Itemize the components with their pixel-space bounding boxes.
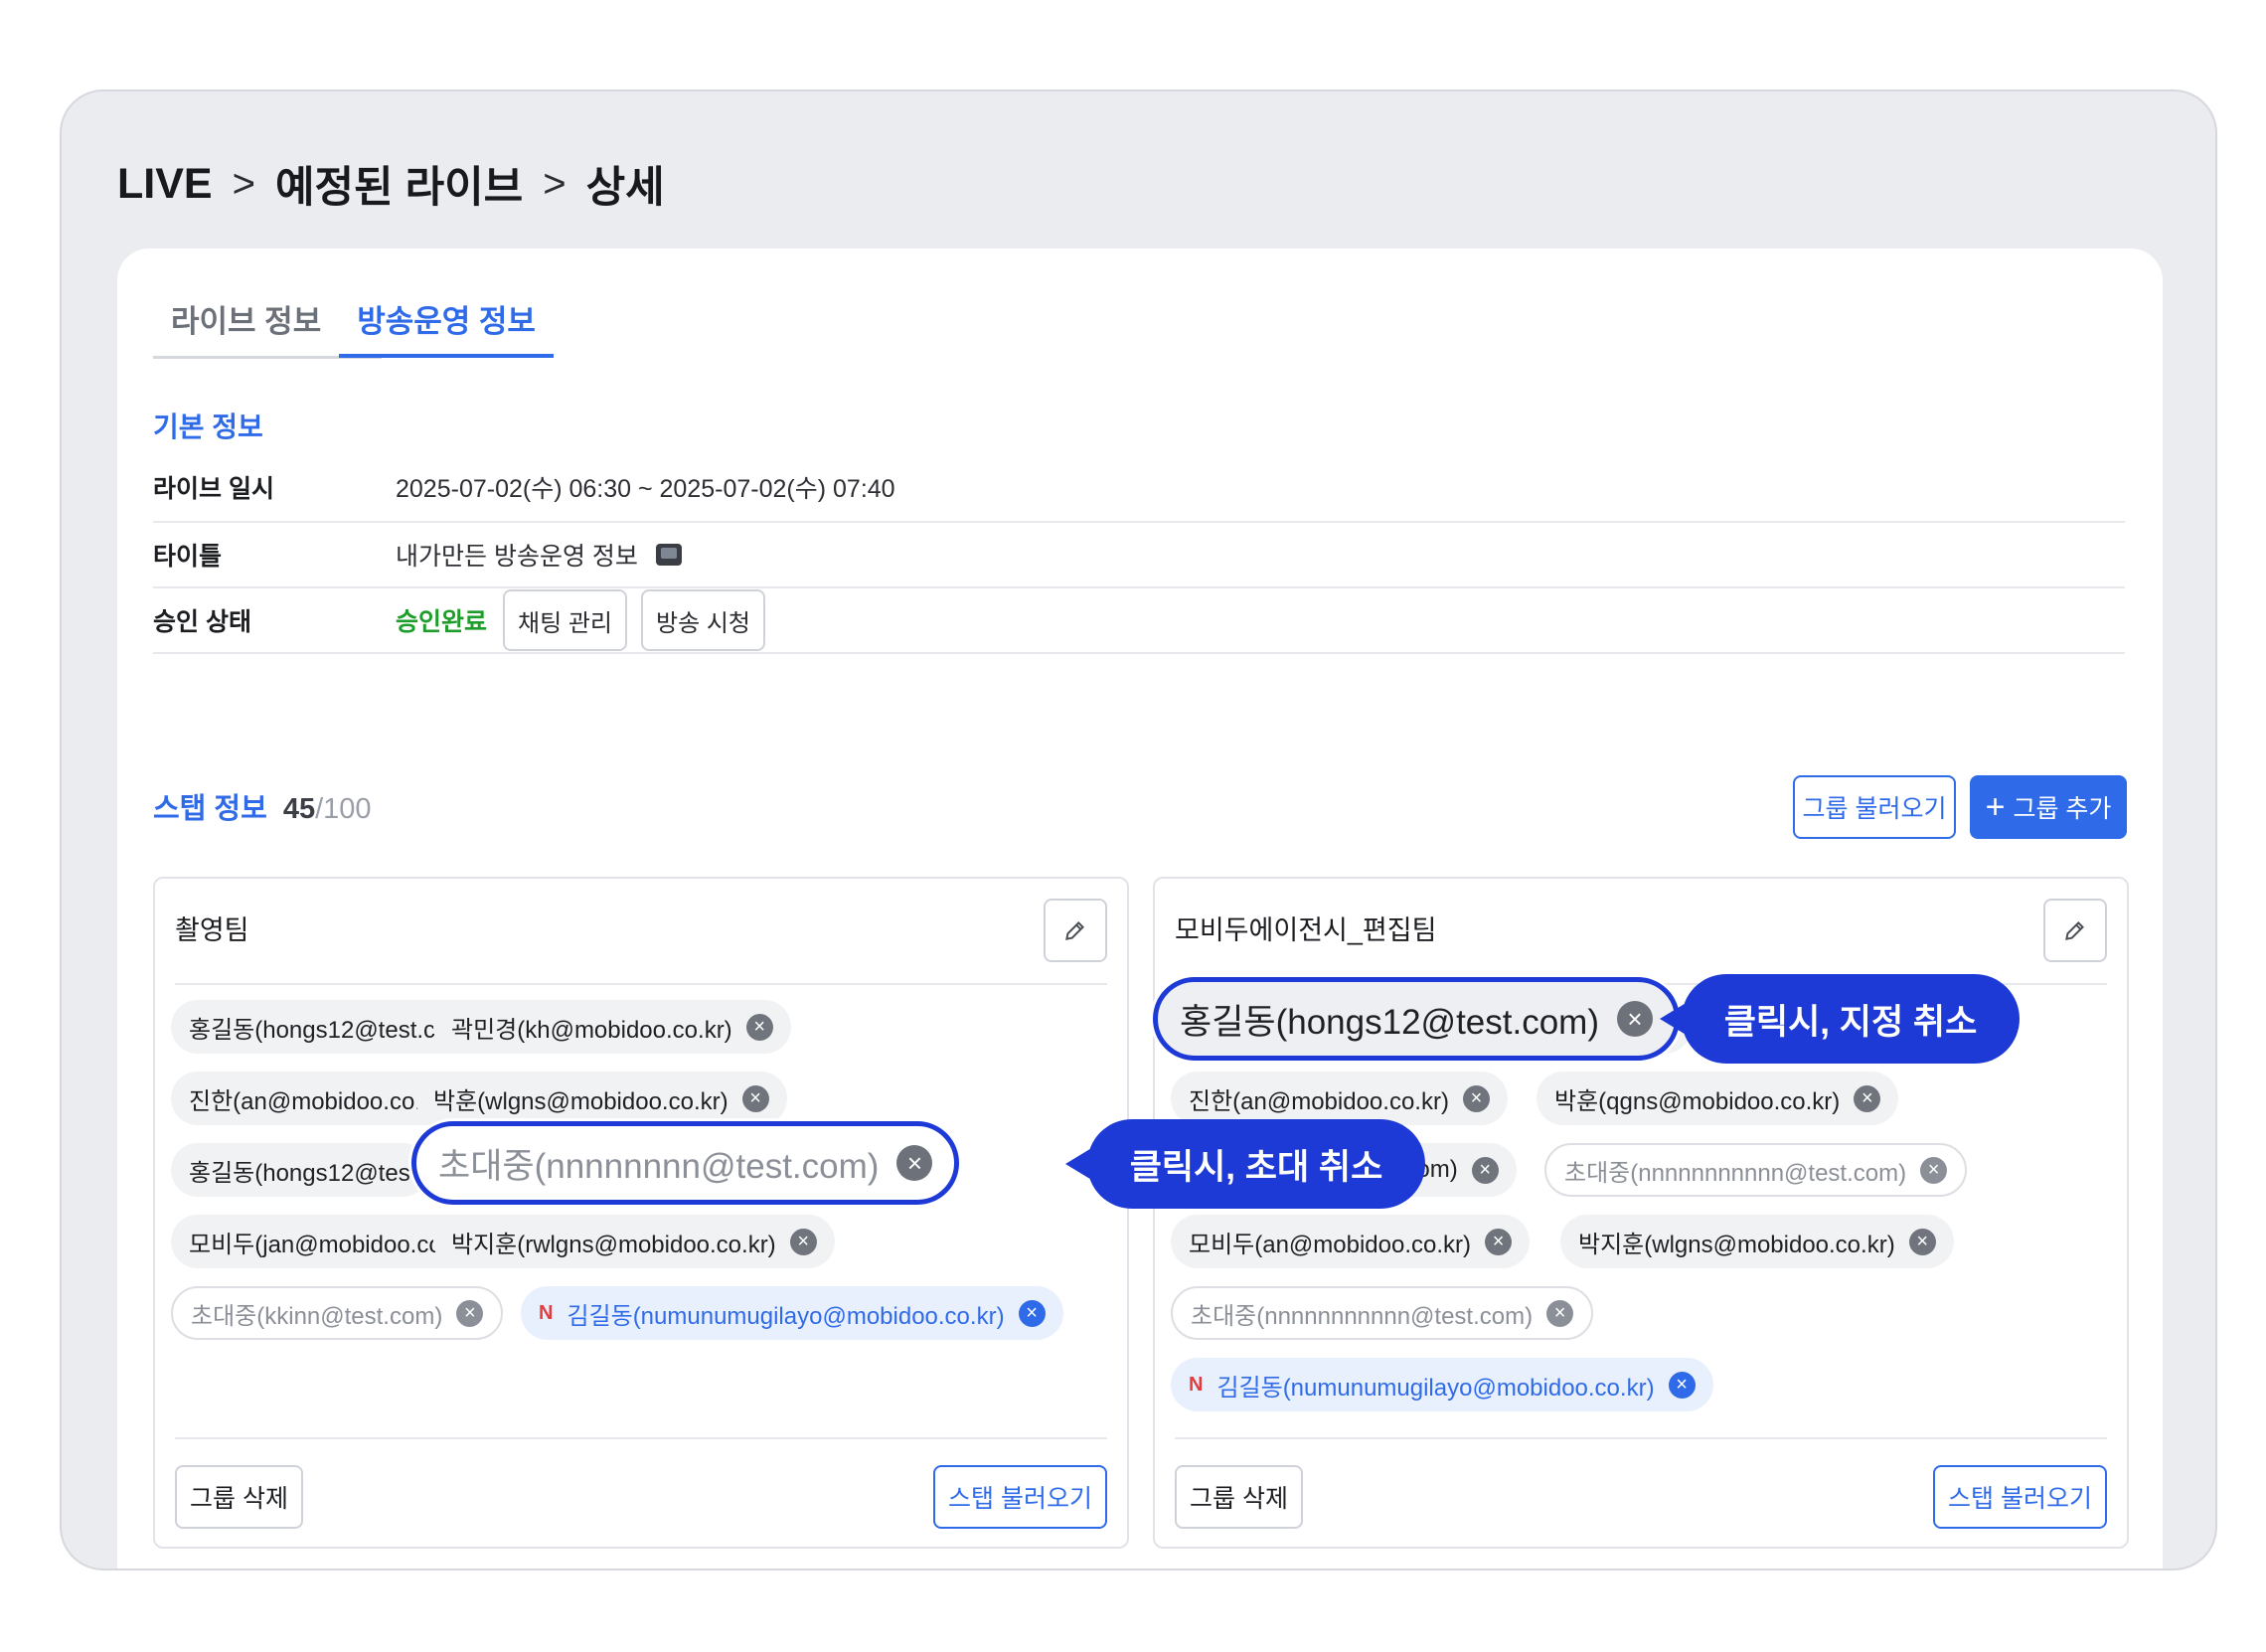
section-title-basic-info: 기본 정보: [153, 412, 263, 442]
breadcrumb-separator: >: [232, 161, 255, 206]
edit-group-button[interactable]: [2043, 899, 2107, 962]
delete-group-button[interactable]: 그룹 삭제: [1175, 1465, 1303, 1529]
add-group-button[interactable]: + 그룹 추가: [1970, 775, 2127, 839]
chip-label: 초대중(kkinn@test.com): [191, 1302, 443, 1330]
breadcrumb-parent[interactable]: 예정된 라이브: [275, 153, 523, 215]
invite-chip[interactable]: 초대중(nnnnnnnnnnn@test.com) ×: [1544, 1143, 1968, 1197]
chip-label: 박지훈(wlgns@mobidoo.co.kr): [1578, 1231, 1895, 1258]
detail-card: 라이브 정보 방송운영 정보 기본 정보 라이브 일시 2025-07-02(수…: [117, 248, 2163, 1569]
close-icon[interactable]: ×: [789, 1228, 817, 1255]
divider: [1175, 1437, 2107, 1439]
divider: [175, 983, 1107, 985]
breadcrumb-separator: >: [543, 161, 566, 206]
chip-label: 모비두(an@mobidoo.co.kr): [1189, 1231, 1472, 1258]
staff-chip[interactable]: 박지훈(rwlgns@mobidoo.co.kr) ×: [433, 1215, 835, 1268]
value-title: 내가만든 방송운영 정보: [396, 543, 638, 571]
chip-label: 곽민경(kh@mobidoo.co.kr): [451, 1016, 732, 1044]
approval-value-group: 승인완료 채팅 관리 방송 시청: [396, 589, 766, 651]
staff-chip[interactable]: 곽민경(kh@mobidoo.co.kr) ×: [433, 1000, 791, 1054]
staff-chip[interactable]: 모비두(an@mobidoo.co.kr) ×: [1171, 1215, 1531, 1268]
close-icon[interactable]: ×: [896, 1145, 933, 1181]
chip-label: 홍길동(hongs12@test.com): [1180, 1002, 1599, 1042]
chip-label: 진한(an@mobidoo.co.kr): [1189, 1087, 1449, 1115]
highlighted-invite-chip[interactable]: 초대중(nnnnnnnn@test.com) ×: [411, 1121, 960, 1205]
close-icon[interactable]: ×: [1462, 1084, 1490, 1112]
tv-icon: [655, 544, 682, 566]
info-row-datetime: 라이브 일시 2025-07-02(수) 06:30 ~ 2025-07-02(…: [153, 453, 2125, 523]
load-staff-button[interactable]: 스탭 불러오기: [933, 1465, 1107, 1529]
chip-label: 박지훈(rwlgns@mobidoo.co.kr): [451, 1231, 776, 1258]
group-name: 모비두에이전시_편집팀: [1175, 915, 1437, 945]
pencil-icon: [1065, 921, 1084, 940]
title-value: 내가만든 방송운영 정보: [396, 537, 682, 573]
staff-chip[interactable]: 박지훈(wlgns@mobidoo.co.kr) ×: [1560, 1215, 1954, 1268]
divider: [175, 1437, 1107, 1439]
plus-icon: +: [1985, 788, 2006, 826]
naver-staff-chip[interactable]: N 김길동(numunumugilayo@mobidoo.co.kr) ×: [521, 1286, 1063, 1340]
group-name: 촬영팀: [175, 915, 249, 945]
staff-title-label: 스탭 정보: [153, 793, 267, 825]
chip-label: 진한(an@mobidoo.co.kr): [189, 1087, 449, 1115]
chip-label: 초대중(nnnnnnnnnnn@test.com): [1191, 1302, 1534, 1330]
watch-broadcast-button[interactable]: 방송 시청: [641, 589, 766, 651]
close-icon[interactable]: ×: [1668, 1371, 1696, 1399]
invite-chip[interactable]: 초대중(kkinn@test.com) ×: [171, 1286, 504, 1340]
chip-label: 초대중(nnnnnnnn@test.com): [438, 1146, 880, 1186]
tab-live-info[interactable]: 라이브 정보: [153, 296, 339, 358]
close-icon[interactable]: ×: [1018, 1299, 1046, 1327]
chip-label: 박훈(qgns@mobidoo.co.kr): [1554, 1087, 1841, 1115]
label-live-datetime: 라이브 일시: [153, 475, 274, 503]
info-row-title: 타이틀 내가만든 방송운영 정보: [153, 523, 2125, 588]
naver-badge-icon: N: [1189, 1373, 1204, 1396]
breadcrumb-current: 상세: [585, 164, 665, 212]
delete-group-button[interactable]: 그룹 삭제: [175, 1465, 303, 1529]
close-icon[interactable]: ×: [741, 1084, 769, 1112]
close-icon[interactable]: ×: [1908, 1228, 1936, 1255]
load-staff-button[interactable]: 스탭 불러오기: [1933, 1465, 2107, 1529]
staff-group-card: 촬영팀 홍길동(hongs12@test.com)× 곽민경(kh@mobido…: [153, 877, 1129, 1549]
close-icon[interactable]: ×: [745, 1013, 773, 1041]
chip-label: 홍길동(hongs12@tes: [189, 1159, 410, 1187]
staff-chip[interactable]: 진한(an@mobidoo.co.kr) ×: [1171, 1072, 1508, 1125]
naver-staff-chip[interactable]: N 김길동(numunumugilayo@mobidoo.co.kr) ×: [1171, 1358, 1713, 1411]
info-row-approval: 승인 상태 승인완료 채팅 관리 방송 시청: [153, 588, 2125, 654]
chat-manage-button[interactable]: 채팅 관리: [503, 589, 628, 651]
highlighted-assigned-chip[interactable]: 홍길동(hongs12@test.com) ×: [1153, 977, 1680, 1061]
load-group-button[interactable]: 그룹 불러오기: [1793, 775, 1956, 839]
label-title: 타이틀: [153, 543, 223, 571]
chip-label: 김길동(numunumugilayo@mobidoo.co.kr): [566, 1302, 1005, 1330]
staff-chip[interactable]: 홍길동(hongs12@tes: [171, 1143, 429, 1197]
callout-cancel-invite: 클릭시, 초대 취소: [1087, 1119, 1425, 1209]
invite-chip[interactable]: 초대중(nnnnnnnnnnn@test.com) ×: [1171, 1286, 1594, 1340]
screen-frame: LIVE > 예정된 라이브 > 상세 라이브 정보 방송운영 정보 기본 정보…: [60, 89, 2217, 1570]
chip-label: 김길동(numunumugilayo@mobidoo.co.kr): [1216, 1374, 1655, 1402]
close-icon[interactable]: ×: [1485, 1228, 1513, 1255]
close-icon[interactable]: ×: [1854, 1084, 1881, 1112]
naver-badge-icon: N: [539, 1301, 554, 1324]
close-icon[interactable]: ×: [1546, 1299, 1574, 1327]
status-badge-approved: 승인완료: [396, 608, 488, 636]
chip-label: 박훈(wlgns@mobidoo.co.kr): [433, 1087, 728, 1115]
staff-total: /100: [315, 793, 372, 825]
value-live-datetime: 2025-07-02(수) 06:30 ~ 2025-07-02(수) 07:4…: [396, 475, 895, 503]
breadcrumb: LIVE > 예정된 라이브 > 상세: [117, 153, 665, 215]
edit-group-button[interactable]: [1044, 899, 1107, 962]
staff-chip[interactable]: 박훈(qgns@mobidoo.co.kr) ×: [1537, 1072, 1899, 1125]
breadcrumb-root[interactable]: LIVE: [117, 160, 213, 209]
staff-count: 45: [282, 793, 316, 825]
close-icon[interactable]: ×: [1617, 1001, 1653, 1037]
close-icon[interactable]: ×: [456, 1299, 484, 1327]
callout-unassign: 클릭시, 지정 취소: [1682, 974, 2020, 1064]
tab-broadcast-ops-info[interactable]: 방송운영 정보: [339, 296, 554, 358]
label-approval-status: 승인 상태: [153, 608, 251, 636]
chip-label: 초대중(nnnnnnnnnnn@test.com): [1564, 1159, 1907, 1187]
staff-info-title: 스탭 정보 45/100: [153, 785, 372, 827]
tab-bar: 라이브 정보 방송운영 정보: [153, 296, 554, 358]
pencil-icon: [2065, 921, 2084, 940]
add-group-label: 그룹 추가: [2013, 795, 2112, 823]
close-icon[interactable]: ×: [1920, 1156, 1948, 1184]
close-icon[interactable]: ×: [1471, 1156, 1499, 1184]
staff-chip[interactable]: 박훈(wlgns@mobidoo.co.kr) ×: [415, 1072, 787, 1125]
